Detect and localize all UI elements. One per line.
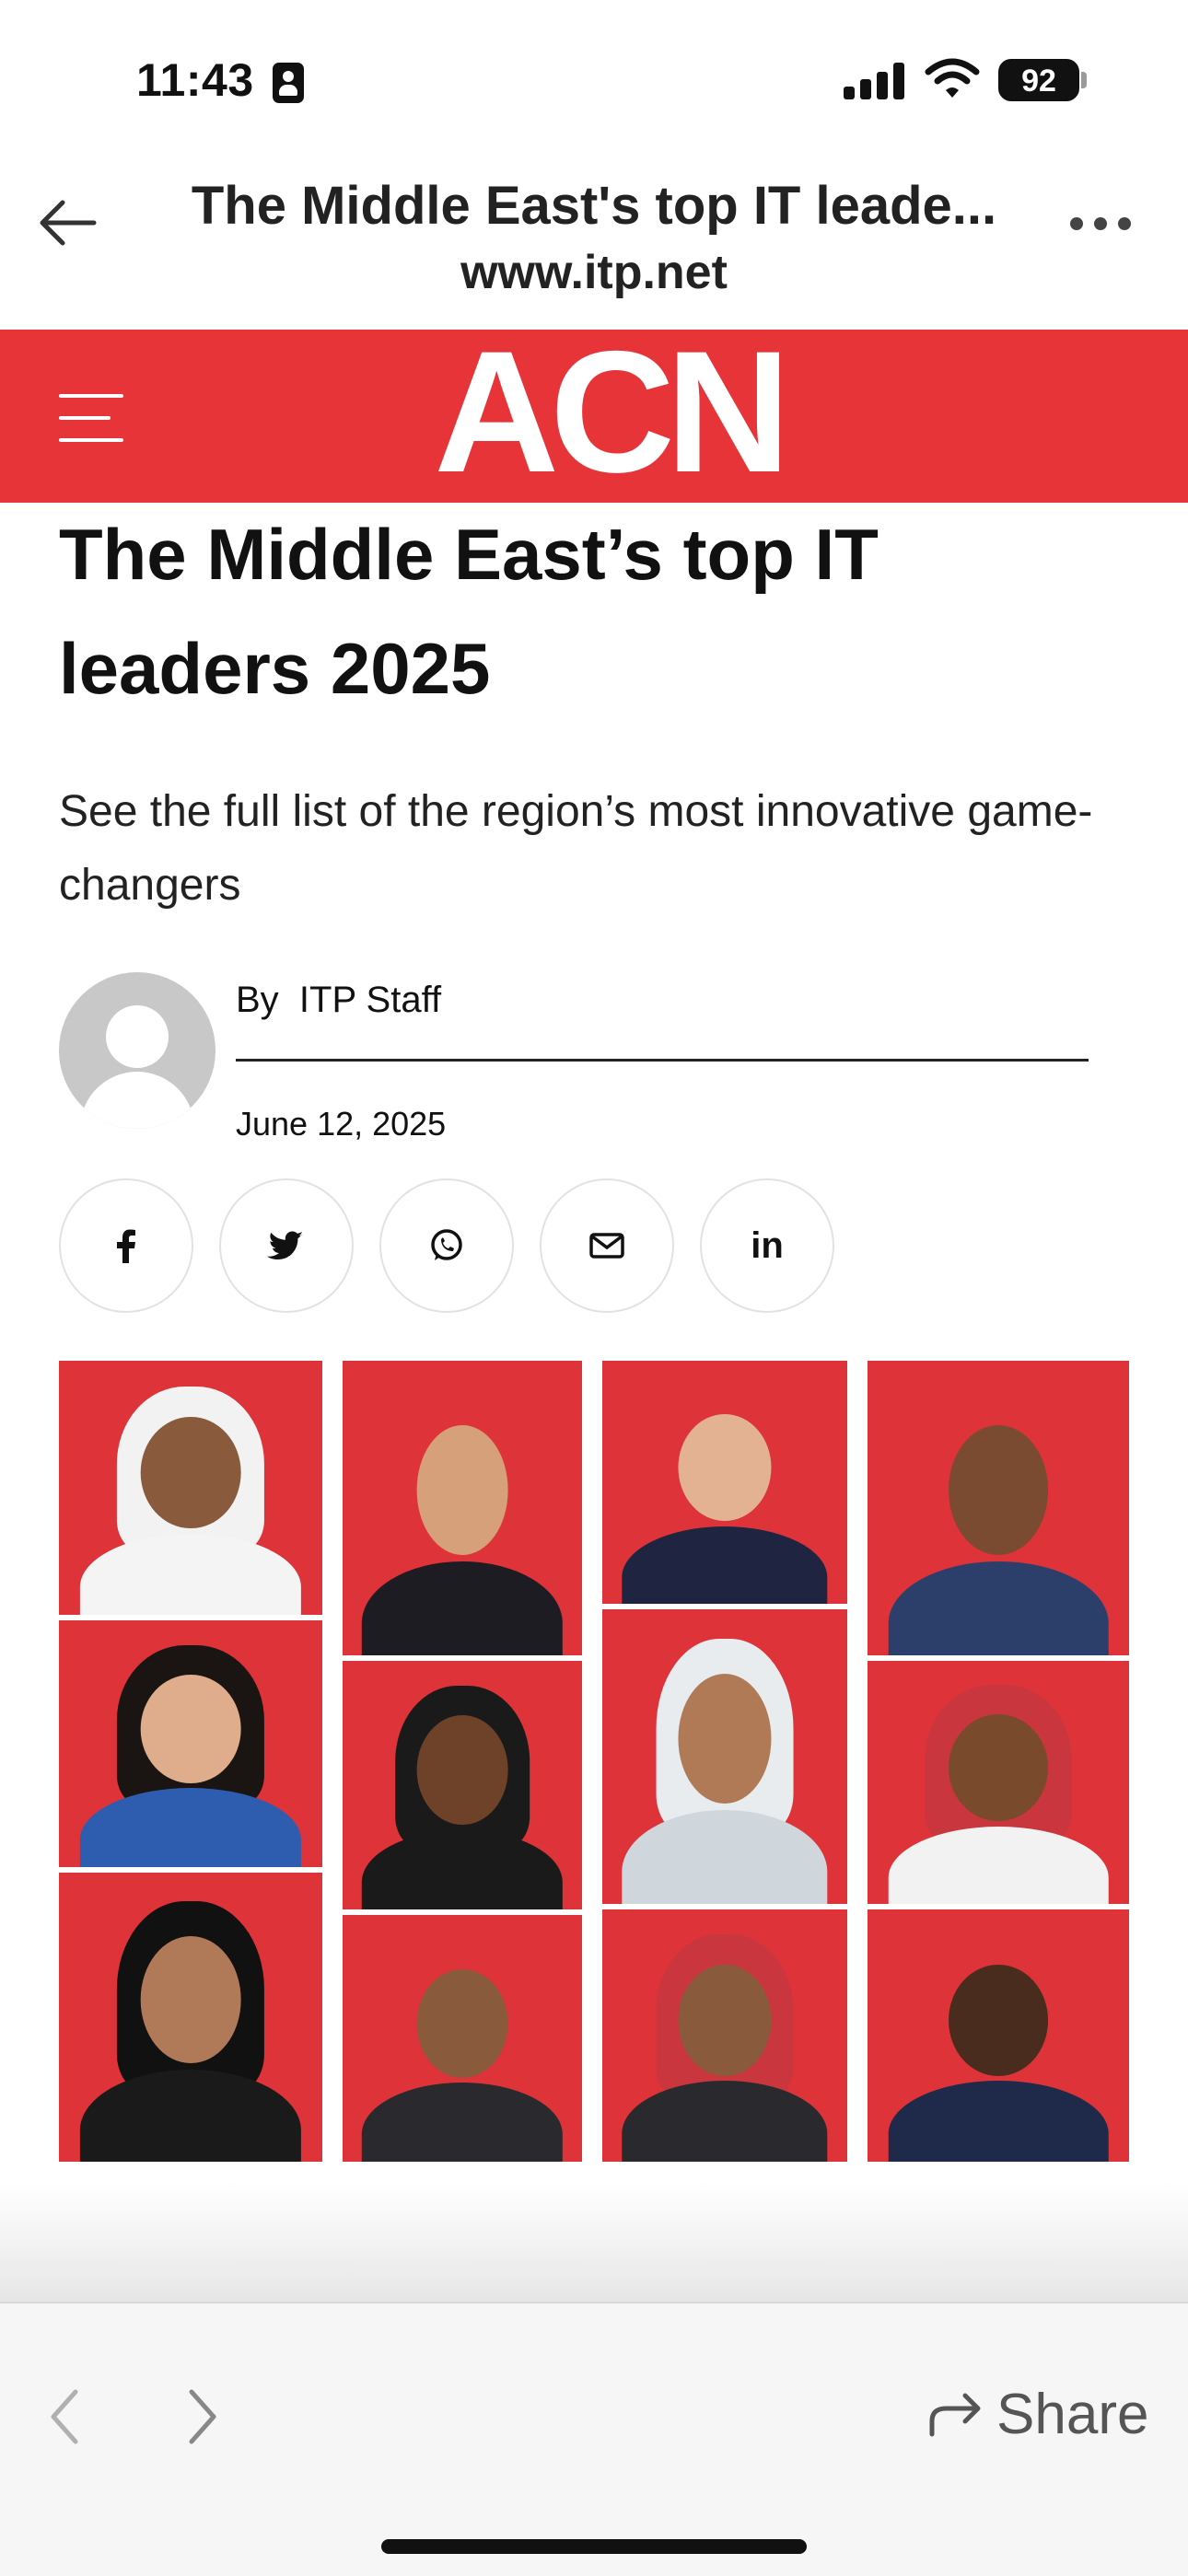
email-icon (589, 1233, 624, 1259)
article-subtitle: See the full list of the region’s most i… (59, 787, 1093, 910)
home-indicator (381, 2539, 807, 2554)
leader-portrait (59, 1620, 322, 1867)
share-arrow-icon (929, 2393, 981, 2437)
battery-cap (1081, 72, 1087, 88)
leader-portrait (343, 1915, 582, 2162)
twitter-icon (267, 1231, 303, 1259)
leaders-collage-image (59, 1361, 1129, 2162)
battery-level: 92 (1021, 64, 1056, 99)
leader-portrait (868, 1909, 1129, 2162)
leader-portrait (343, 1361, 582, 1655)
share-button[interactable]: Share (926, 2377, 1166, 2451)
leader-portrait (868, 1661, 1129, 1904)
contact-card-icon (273, 63, 304, 103)
whatsapp-icon (431, 1229, 462, 1260)
leader-portrait (602, 1909, 847, 2162)
leader-portrait (868, 1361, 1129, 1655)
leader-portrait (59, 1361, 322, 1615)
facebook-icon (117, 1229, 135, 1263)
linkedin-icon: in (751, 1224, 784, 1266)
chevron-left-icon[interactable] (46, 2386, 83, 2447)
menu-icon[interactable] (59, 394, 123, 442)
share-whatsapp-button[interactable] (379, 1178, 514, 1313)
more-options-icon[interactable] (1070, 217, 1135, 232)
browser-url[interactable]: www.itp.net (147, 245, 1041, 300)
share-facebook-button[interactable] (59, 1178, 193, 1313)
content-fade (0, 2182, 1188, 2302)
share-twitter-button[interactable] (219, 1178, 354, 1313)
wifi-icon (925, 58, 980, 98)
share-email-button[interactable] (540, 1178, 674, 1313)
leader-portrait (343, 1661, 582, 1909)
article-title: The Middle East’s top IT leaders 2025 (59, 514, 879, 709)
leader-portrait (59, 1873, 322, 2162)
author-avatar (59, 972, 215, 1129)
share-label: Share (996, 2382, 1149, 2446)
article-date: June 12, 2025 (236, 1105, 447, 1143)
leader-portrait (602, 1361, 847, 1604)
site-logo[interactable]: ACN (405, 325, 810, 498)
byline: By ITP Staff (236, 980, 441, 1021)
battery-indicator: 92 (998, 59, 1079, 101)
back-arrow-icon[interactable] (35, 195, 99, 250)
byline-divider (236, 1059, 1089, 1062)
author-name[interactable]: ITP Staff (299, 980, 441, 1020)
chevron-right-icon[interactable] (184, 2386, 221, 2447)
byline-prefix: By (236, 980, 279, 1020)
signal-icon (844, 63, 904, 99)
share-linkedin-button[interactable]: in (700, 1178, 834, 1313)
leader-portrait (602, 1609, 847, 1904)
browser-page-title: The Middle East's top IT leade... (191, 176, 997, 236)
status-time: 11:43 (136, 54, 254, 106)
